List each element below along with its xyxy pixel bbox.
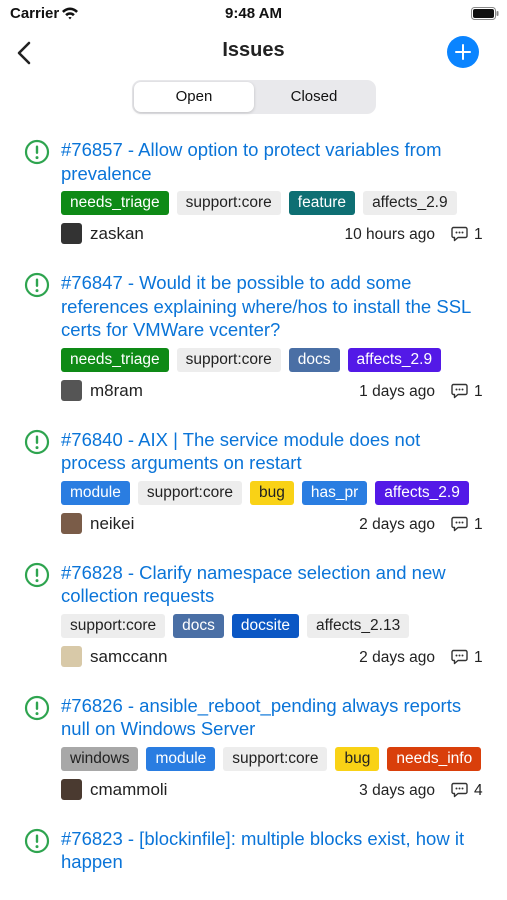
author-name: samccann [90,646,168,666]
open-issue-icon [24,139,50,165]
tab-open[interactable]: Open [134,82,254,112]
comment-icon [451,649,468,664]
issue-row[interactable]: #76840 - AIX | The service module does n… [0,418,507,551]
issue-title-link[interactable]: #76823 - [blockinfile]: multiple blocks … [61,827,483,874]
avatar [61,645,82,667]
issue-title-link[interactable]: #76857 - Allow option to protect variabl… [61,138,483,185]
issue-meta: neikei 2 days ago 1 [61,512,483,536]
issue-title-link[interactable]: #76840 - AIX | The service module does n… [61,428,483,475]
status-time: 9:48 AM [225,5,282,22]
label-badge: has_pr [301,480,368,505]
open-issue-icon [24,562,50,587]
label-badge: support:core [176,191,281,215]
avatar [61,512,82,534]
author-name: zaskan [90,224,144,243]
label-badge: docsite [231,613,300,638]
add-issue-button[interactable] [447,36,479,68]
issue-meta: samccann 2 days ago 1 [61,645,483,669]
issue-row[interactable]: #76828 - Clarify namespace selection and… [0,551,507,684]
label-badge: support:core [61,613,166,638]
label-badge: docs [288,347,340,372]
issue-labels: windows module support:core bug needs_info [61,746,483,773]
issue-meta: zaskan 10 hours ago 1 [61,222,483,246]
issue-title-link[interactable]: #76847 - Would it be possible to add som… [61,271,483,342]
avatar [61,778,82,800]
label-badge: support:core [137,480,243,505]
avatar [61,379,82,401]
author-name: cmammoli [90,779,168,799]
issue-time: 2 days ago [359,515,435,533]
label-badge: support:core [223,746,328,771]
issue-time: 10 hours ago [344,226,436,243]
issue-row[interactable]: #76823 - [blockinfile]: multiple blocks … [0,817,507,889]
navigation-bar: Issues [0,30,507,76]
label-badge: bug [335,746,380,771]
issue-row[interactable]: #76847 - Would it be possible to add som… [0,261,507,418]
label-badge: support:core [176,347,281,372]
author-name: neikei [90,513,135,533]
issue-state-segmented-control: Open Closed [132,80,376,114]
label-badge: affects_2.9 [363,191,457,215]
label-badge: bug [250,480,294,505]
issue-labels: needs_triage support:core docs affects_2.9 [61,347,483,374]
issue-labels: needs_triage support:core feature affects_2… [61,191,483,217]
avatar [61,223,82,244]
issue-row[interactable]: #76857 - Allow option to protect variabl… [0,128,507,261]
comment-icon [451,782,468,797]
label-badge: affects_2.13 [307,613,410,638]
page-title: Issues [222,39,285,61]
issue-title-link[interactable]: #76826 - ansible_reboot_pending always r… [61,694,483,741]
comment-count: 1 [474,382,483,400]
label-badge: windows [61,746,139,771]
open-issue-icon [24,429,50,454]
issue-title-link[interactable]: #76828 - Clarify namespace selection and… [61,561,483,608]
battery-icon [471,7,499,20]
issue-meta: m8ram 1 days ago 1 [61,379,483,403]
issue-labels: module support:core bug has_pr affects_2.9 [61,480,483,507]
comment-icon [451,226,468,242]
label-badge: affects_2.9 [375,480,469,505]
issue-list: #76857 - Allow option to protect variabl… [0,128,507,900]
open-issue-icon [24,828,50,853]
label-badge: needs_triage [61,347,169,372]
comment-count: 1 [474,515,483,533]
label-badge: module [61,480,130,505]
status-bar: Carrier 9:48 AM [0,0,507,30]
label-badge: module [146,746,216,771]
issue-meta: cmammoli 3 days ago 4 [61,778,483,802]
comment-count: 1 [474,648,483,666]
row-divider [61,888,507,889]
issue-labels: support:core docs docsite affects_2.13 [61,613,483,640]
author-name: m8ram [90,380,143,400]
label-badge: needs_triage [61,191,169,215]
comment-count: 4 [474,781,483,799]
issue-time: 1 days ago [359,382,435,400]
open-issue-icon [24,695,50,720]
label-badge: docs [173,613,224,638]
issue-row[interactable]: #76826 - ansible_reboot_pending always r… [0,684,507,817]
label-badge: needs_info [387,746,482,771]
comment-icon [451,516,468,531]
label-badge: feature [288,191,356,215]
comment-count: 1 [474,226,483,243]
issue-time: 3 days ago [359,781,435,799]
label-badge: affects_2.9 [347,347,442,372]
open-issue-icon [24,272,50,298]
issue-time: 2 days ago [359,648,435,666]
comment-icon [451,383,468,398]
tab-closed[interactable]: Closed [254,82,374,112]
